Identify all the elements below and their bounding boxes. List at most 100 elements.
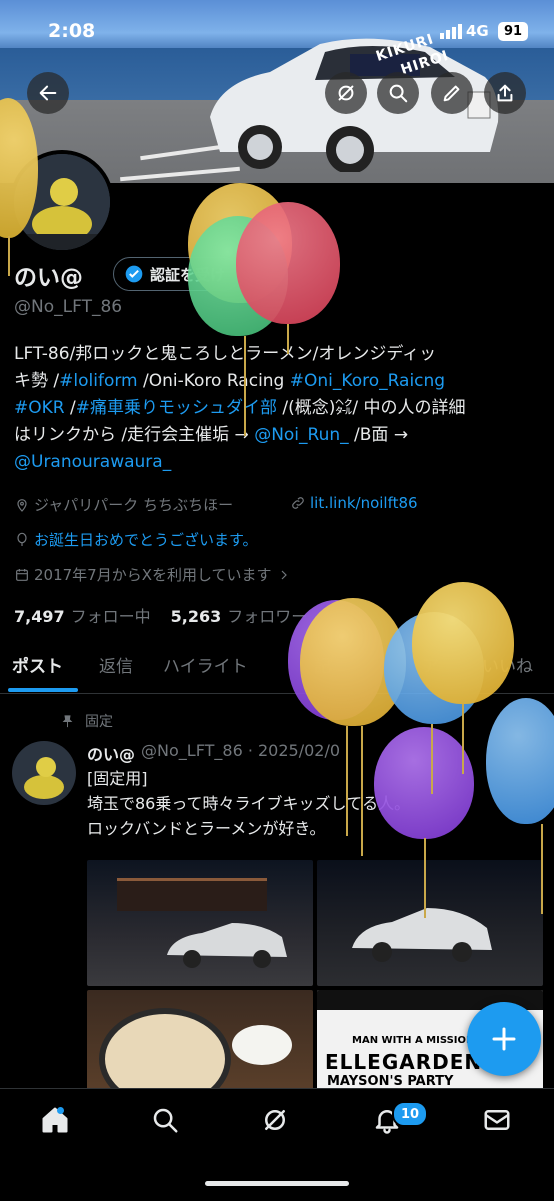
search-icon [153,1108,178,1133]
balloon-string [462,704,464,774]
poster-text: MAN WITH A MISSION [352,1035,475,1046]
bio-text: はリンクから /走行会主催垢 → [14,425,255,445]
chevron-right-icon [281,570,287,579]
balloon [412,582,514,704]
status-time: 2:08 [48,20,96,42]
profile-birthday: お誕生日おめでとうございます。 [14,529,258,550]
media-ramen-bowl [99,1008,231,1090]
following-count[interactable]: 7,497 [14,607,65,626]
balloon-string [424,838,426,918]
tab-highlights[interactable]: ハイライト [163,652,248,677]
mention-link[interactable]: @Uranourawaura_ [14,452,171,472]
link-icon [292,497,304,509]
battery-level: 91 [503,24,523,39]
balloon-string [8,236,10,276]
balloon [236,202,340,324]
tab-posts[interactable]: ポスト [12,652,63,677]
media-car [352,908,492,962]
poster-text: MAYSON'S PARTY [327,1074,454,1089]
pencil-icon [443,85,460,102]
tweet-author[interactable]: のい@ [87,741,135,765]
bio-line: #OKR /#痛車乗りモッシュダイ部 /(概念)㌶/ 中の人の詳細 [14,395,544,422]
compose-button[interactable] [467,1002,541,1076]
media-car [167,923,287,968]
nav-messages[interactable] [482,1105,516,1139]
arrow-left-icon [39,85,57,101]
balloon-string [244,336,246,436]
hashtag-link[interactable]: #Oni_Koro_Raicng [290,371,445,391]
hashtag-link[interactable]: #OKR [14,398,65,418]
tweet-handle-date: @No_LFT_86 · 2025/02/0 [141,741,341,760]
poster-text: ELLEGARDEN [325,1050,483,1074]
nav-search[interactable] [150,1105,184,1139]
joined-text: 2017年7月からXを利用しています [34,566,272,584]
home-indicator [205,1181,349,1186]
location-pin-icon [17,498,27,512]
media-rice-bowl [232,1025,292,1065]
grok-icon [265,1110,285,1130]
share-button[interactable] [484,72,526,114]
back-button[interactable] [27,72,69,114]
balloon-string [361,726,363,856]
mention-link[interactable]: @Noi_Run_ [254,425,348,445]
search-icon [389,84,408,103]
balloon-icon [17,532,27,546]
followers-label[interactable]: フォロワー [227,603,307,627]
balloon [374,727,474,839]
tweet-header: のい@ @No_LFT_86 · 2025/02/0 [87,741,340,765]
plus-icon [492,1027,516,1051]
grok-icon [338,85,354,101]
bottom-nav: 10 [0,1088,554,1201]
balloon-string [346,726,348,836]
tab-replies[interactable]: 返信 [99,652,133,677]
bio-text: LFT-86/邦ロックと鬼ころしとラーメン/オレンジディッ [14,344,437,364]
tweet-media-1[interactable] [87,860,313,986]
bio-text: /(概念)㌶/ 中の人の詳細 [276,398,466,418]
website-link[interactable]: lit.link/noilft86 [310,494,418,512]
balloon-string [431,724,433,794]
bio-line: はリンクから /走行会主催垢 → @Noi_Run_ /B面 → [14,422,544,449]
profile-handle: @No_LFT_86 [14,297,123,317]
home-icon [42,1107,68,1133]
tweet-media-2[interactable] [317,860,543,986]
tweet-media-3[interactable] [87,990,313,1090]
bio-text: / [64,398,76,418]
bio-text: /Oni-Koro Racing [137,371,290,391]
active-tab-indicator [8,688,78,692]
profile-joined[interactable]: 2017年7月からXを利用しています [14,564,292,585]
profile-website[interactable]: lit.link/noilft86 [290,494,418,512]
nav-grok[interactable] [260,1105,294,1139]
tweet-avatar-figure [12,741,76,805]
mail-icon [484,1110,510,1130]
notifications-count: 10 [400,1106,420,1122]
grok-button[interactable] [325,72,367,114]
signal-icon [440,24,462,39]
bio-line: @Uranourawaura_ [14,449,544,476]
pinned-indicator: 固定 [60,711,113,731]
balloon [486,698,554,824]
hashtag-link[interactable]: #痛車乗りモッシュダイ部 [76,398,277,418]
profile-location: ジャパリパーク ちちぶちほー [14,494,233,515]
battery-icon: 91 [498,22,528,41]
tweet-avatar[interactable] [12,741,76,805]
birthday-text: お誕生日おめでとうございます。 [34,531,258,549]
profile-display-name: のい@ [14,265,83,291]
followers-count[interactable]: 5,263 [171,607,222,626]
hashtag-link[interactable]: #loliform [59,371,137,391]
balloon-string [541,824,543,914]
balloon-string [287,324,289,354]
follow-stats: 7,497 フォロー中 5,263 フォロワー [14,603,307,627]
profile-bio: LFT-86/邦ロックと鬼ころしとラーメン/オレンジディッ キ勢 /#lolif… [14,341,544,476]
bio-text: キ勢 / [14,371,60,391]
tweet-line: ロックバンドとラーメンが好き。 [87,819,326,838]
network-label: 4G [466,22,489,40]
tweet-line: 埼玉で86乗って時々ライブキッズしてる人。 [87,794,411,813]
bio-line: キ勢 /#loliform /Oni-Koro Racing #Oni_Koro… [14,368,544,395]
following-label[interactable]: フォロー中 [71,603,151,627]
search-button[interactable] [377,72,419,114]
verified-badge-icon [125,265,143,283]
pinned-label: 固定 [85,714,113,730]
edit-button[interactable] [431,72,473,114]
home-unread-dot [57,1107,64,1114]
bio-line: LFT-86/邦ロックと鬼ころしとラーメン/オレンジディッ [14,341,544,368]
